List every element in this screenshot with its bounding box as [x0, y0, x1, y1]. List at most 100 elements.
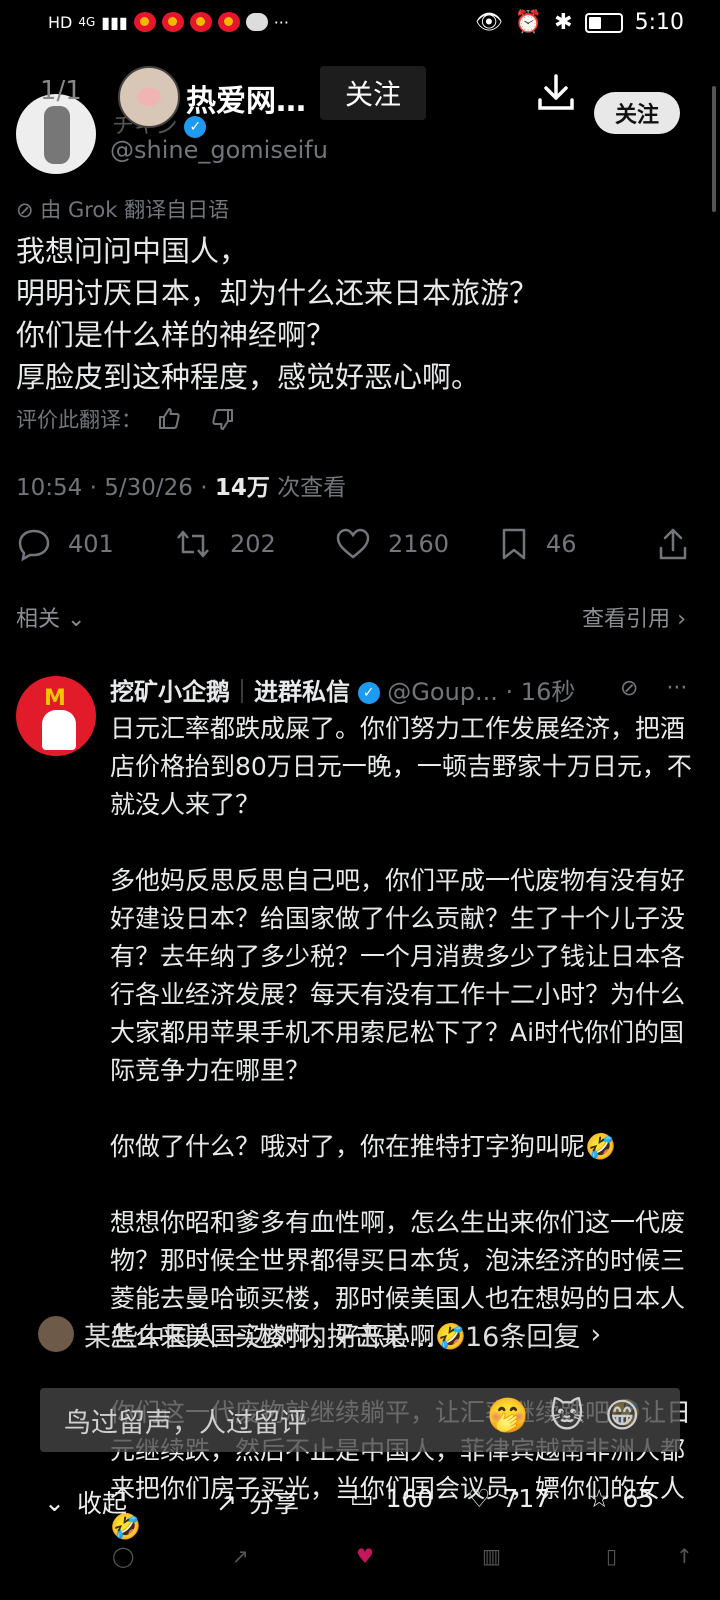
grok-translation-label: ⊘ 由 Grok 翻译自日语: [16, 194, 229, 224]
emoji-shortcuts: 🤭 🐱 😁: [487, 1396, 640, 1436]
tweet-meta: 10:54 · 5/30/26 · 14万 次查看: [16, 468, 346, 502]
download-icon[interactable]: [534, 70, 578, 114]
share-label: 分享: [248, 1489, 299, 1518]
clock: 5:10: [634, 10, 684, 35]
collapse-label: 收起: [76, 1489, 127, 1518]
weibo-icon: [189, 12, 212, 32]
thumbs-down-icon[interactable]: [210, 406, 236, 432]
like-count: 2160: [388, 530, 450, 558]
heart-icon[interactable]: ♥: [356, 1544, 374, 1568]
tweet-text: 我想问问中国人， 明明讨厌日本，却为什么还来日本旅游？ 你们是什么样的神经啊？ …: [16, 234, 539, 394]
reply-paragraph: 你做了什么？哦对了，你在推特打字狗叫呢🤣: [110, 1132, 617, 1161]
rate-translation-label: 评价此翻译：: [16, 408, 142, 432]
eye-icon: 👁: [474, 10, 503, 35]
stats-icon[interactable]: ▥: [482, 1544, 501, 1568]
retweet-icon: [177, 530, 209, 558]
share-action[interactable]: [656, 526, 690, 562]
signal-indicator: 4G: [78, 15, 96, 29]
comment-input[interactable]: 鸟过留声，人过留评 🤭 🐱 😁: [40, 1388, 680, 1452]
views-count: 14万: [214, 475, 270, 501]
heart-icon: [336, 528, 370, 559]
retweet-action[interactable]: 202: [172, 526, 276, 562]
favorite-button[interactable]: ☆ 65: [588, 1484, 654, 1513]
reply-header: 挖矿小企鹅｜进群私信 ✓ @Goup... · 16秒: [110, 672, 575, 707]
tweet-actions: 401 202 2160 46: [0, 526, 720, 566]
likes-button[interactable]: ♡ 717: [468, 1484, 550, 1513]
battery-icon: [584, 12, 623, 33]
follow-button[interactable]: 关注: [320, 66, 426, 120]
chevron-right-icon: ›: [590, 1318, 602, 1350]
comment-icon[interactable]: ◯: [112, 1544, 134, 1568]
comments-button[interactable]: ▭ 160: [350, 1484, 433, 1513]
reply-text: 日元汇率都跌成屎了。你们努力工作发展经济，把酒店价格抬到80万日元一晚，一顿吉野…: [110, 710, 700, 1584]
grok-text: 由 Grok 翻译自日语: [40, 198, 230, 222]
more-notifications-icon: ···: [273, 12, 289, 32]
heart-icon: ♡: [468, 1484, 491, 1513]
like-action[interactable]: 2160: [334, 526, 449, 562]
alarm-icon: ⏰: [514, 10, 543, 35]
comments-count: 160: [385, 1484, 434, 1513]
bookmark-action[interactable]: 46: [498, 526, 577, 562]
name-separator: ｜: [230, 678, 254, 706]
emoji-shortcut[interactable]: 😁: [605, 1396, 640, 1436]
weibo-icon: [161, 12, 184, 32]
author-avatar[interactable]: [16, 94, 96, 174]
share-icon[interactable]: ↑: [676, 1544, 693, 1568]
share-button[interactable]: ↗ 分享: [216, 1484, 299, 1520]
status-left: HD 4G ▮▮▮ ···: [48, 12, 289, 32]
more-icon[interactable]: ···: [666, 676, 687, 701]
weibo-icon: [217, 12, 240, 32]
collapse-button[interactable]: ⌄ 收起: [44, 1484, 127, 1520]
related-dropdown[interactable]: 相关 ⌄: [16, 601, 85, 633]
bottom-action-bar: ⌄ 收起 ↗ 分享 ▭ 160 ♡ 717 ☆ 65: [0, 1476, 720, 1528]
timestamp: 10:54 · 5/30/26 ·: [16, 475, 215, 501]
topic-bar[interactable]: 某些中国人一边对内抨击某… 16条回复 ›: [38, 1312, 678, 1356]
scrollbar[interactable]: [712, 86, 716, 212]
topic-title: 某些中国人一边对内抨击某…: [84, 1321, 435, 1353]
author-handle[interactable]: @shine_gomiseifu: [110, 136, 328, 164]
bookmark-icon[interactable]: ▯: [606, 1544, 617, 1568]
reply-action[interactable]: 401: [16, 526, 114, 562]
chevron-down-icon: ⌄: [67, 607, 86, 632]
reply-author-tag[interactable]: 进群私信: [254, 678, 350, 706]
share-icon: [659, 528, 687, 560]
chevron-right-icon: ›: [677, 607, 686, 632]
weibo-icon: [133, 12, 156, 32]
emoji-shortcut[interactable]: 🐱: [549, 1396, 584, 1436]
reply-header-icons: ⊘ ···: [620, 676, 687, 701]
translate-icon: ⊘: [16, 198, 41, 222]
reply-count: 401: [68, 530, 114, 558]
wechat-icon: [245, 13, 268, 31]
emoji-shortcut[interactable]: 🤭: [487, 1396, 529, 1436]
view-quotes-label: 查看引用: [582, 607, 671, 632]
account-name[interactable]: 热爱网…: [186, 76, 306, 120]
grok-icon[interactable]: ⊘: [620, 676, 638, 701]
views-label: 次查看: [269, 475, 347, 501]
star-icon: ☆: [588, 1484, 611, 1513]
share-icon: ↗: [216, 1487, 237, 1517]
status-right: 👁 ⏰ ✱ 5:10: [475, 10, 684, 35]
reply-avatar[interactable]: [16, 676, 96, 756]
bookmark-icon: [502, 528, 526, 560]
likes-count: 717: [502, 1484, 551, 1513]
topic-avatar: [38, 1316, 74, 1352]
related-label: 相关: [16, 607, 61, 632]
thumbs-up-icon[interactable]: [156, 406, 182, 432]
favorites-count: 65: [622, 1484, 655, 1513]
follow-pill-button[interactable]: 关注: [594, 92, 680, 134]
account-avatar[interactable]: [118, 66, 180, 128]
view-quotes-link[interactable]: 查看引用 ›: [582, 601, 686, 633]
reply-author-name[interactable]: 挖矿小企鹅: [110, 678, 230, 706]
chevron-down-icon: ⌄: [44, 1487, 65, 1517]
share-icon[interactable]: ↗: [232, 1544, 249, 1568]
bluetooth-icon: ✱: [554, 10, 573, 35]
bookmark-count: 46: [546, 530, 577, 558]
reply-paragraph: 日元汇率都跌成屎了。你们努力工作发展经济，把酒店价格抬到80万日元一晚，一顿吉野…: [110, 714, 692, 819]
topic-reply-count: 16条回复: [465, 1321, 581, 1353]
reply-handle[interactable]: @Goup...: [387, 678, 498, 706]
reply-time: · 16秒: [497, 678, 576, 706]
verified-badge-icon: ✓: [357, 682, 380, 704]
page-indicator: 1/1: [40, 76, 82, 106]
status-bar: HD 4G ▮▮▮ ··· 👁 ⏰ ✱ 5:10: [0, 0, 720, 50]
signal-bars-icon: ▮▮▮: [101, 12, 128, 32]
